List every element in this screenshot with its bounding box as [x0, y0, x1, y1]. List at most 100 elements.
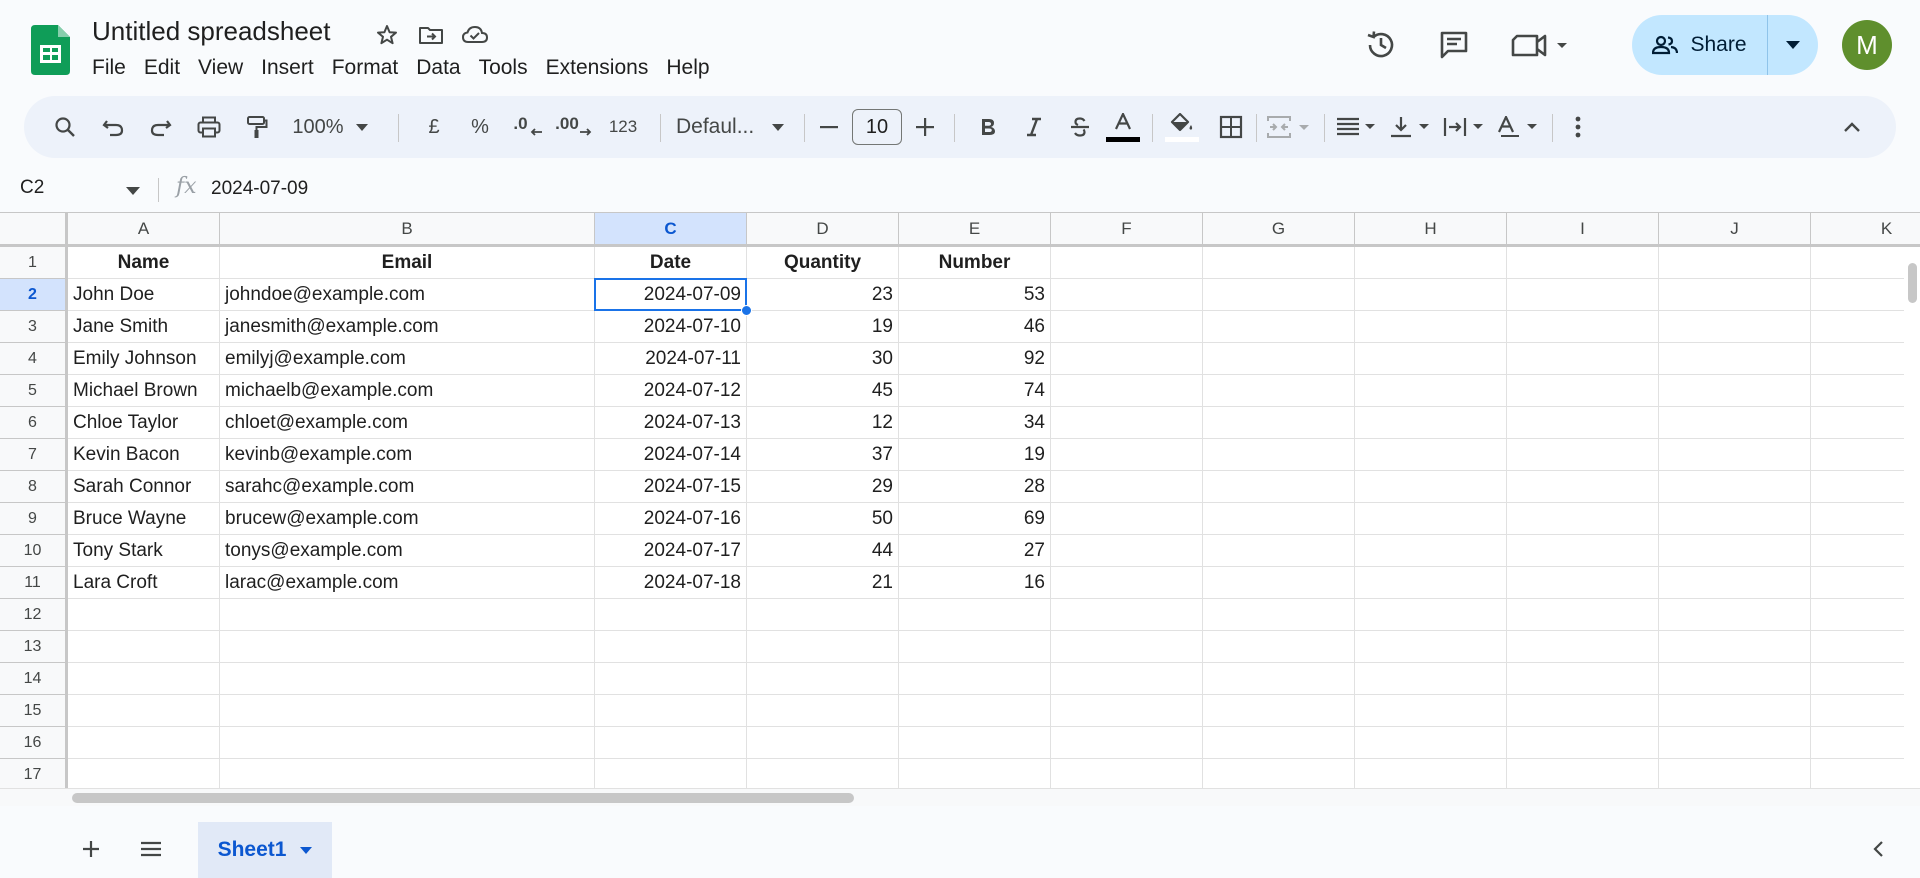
cell-j8[interactable]	[1659, 471, 1811, 503]
print-icon[interactable]	[188, 106, 230, 148]
cell-i1[interactable]	[1507, 247, 1659, 279]
cell-a15[interactable]	[68, 695, 220, 727]
cell-h12[interactable]	[1355, 599, 1507, 631]
cell-i4[interactable]	[1507, 343, 1659, 375]
cell-d8[interactable]: 29	[747, 471, 899, 503]
font-family-select[interactable]: Defaul...	[670, 106, 778, 148]
cell-j17[interactable]	[1659, 759, 1811, 791]
cell-h11[interactable]	[1355, 567, 1507, 599]
cell-f11[interactable]	[1051, 567, 1203, 599]
zoom-select[interactable]: 100%	[286, 106, 350, 148]
cell-e8[interactable]: 28	[899, 471, 1051, 503]
horizontal-align-icon[interactable]	[1332, 106, 1384, 148]
cell-h15[interactable]	[1355, 695, 1507, 727]
cell-a5[interactable]: Michael Brown	[68, 375, 220, 407]
cell-c16[interactable]	[595, 727, 747, 759]
all-sheets-menu-icon[interactable]	[129, 820, 173, 878]
cell-g8[interactable]	[1203, 471, 1355, 503]
column-header-g[interactable]: G	[1203, 213, 1355, 244]
text-wrapping-icon[interactable]	[1440, 106, 1492, 148]
cell-f17[interactable]	[1051, 759, 1203, 791]
horizontal-scrollbar[interactable]	[0, 788, 1920, 806]
cell-g4[interactable]	[1203, 343, 1355, 375]
meet-video-icon[interactable]	[1510, 24, 1572, 66]
font-caret-icon[interactable]	[768, 106, 788, 148]
cell-h2[interactable]	[1355, 279, 1507, 311]
share-main[interactable]: Share	[1632, 15, 1768, 75]
cell-f7[interactable]	[1051, 439, 1203, 471]
name-box-caret-icon[interactable]	[126, 182, 140, 200]
menu-file[interactable]: File	[92, 56, 135, 80]
cell-f5[interactable]	[1051, 375, 1203, 407]
row-header-14[interactable]: 14	[0, 663, 68, 695]
row-header-9[interactable]: 9	[0, 503, 68, 535]
row-header-10[interactable]: 10	[0, 535, 68, 567]
borders-icon[interactable]	[1210, 106, 1252, 148]
cell-j7[interactable]	[1659, 439, 1811, 471]
cell-c11[interactable]: 2024-07-18	[595, 567, 747, 599]
cell-b5[interactable]: michaelb@example.com	[220, 375, 595, 407]
cell-j5[interactable]	[1659, 375, 1811, 407]
strikethrough-icon[interactable]	[1060, 106, 1100, 148]
cell-i13[interactable]	[1507, 631, 1659, 663]
cell-f3[interactable]	[1051, 311, 1203, 343]
cell-h4[interactable]	[1355, 343, 1507, 375]
cell-f14[interactable]	[1051, 663, 1203, 695]
cell-g3[interactable]	[1203, 311, 1355, 343]
cell-e12[interactable]	[899, 599, 1051, 631]
cell-e6[interactable]: 34	[899, 407, 1051, 439]
cloud-saved-icon[interactable]	[458, 18, 492, 52]
horizontal-scroll-thumb[interactable]	[72, 793, 854, 803]
cell-d14[interactable]	[747, 663, 899, 695]
row-header-1[interactable]: 1	[0, 247, 68, 279]
cell-b1[interactable]: Email	[220, 247, 595, 279]
cell-j11[interactable]	[1659, 567, 1811, 599]
cell-i11[interactable]	[1507, 567, 1659, 599]
cell-h10[interactable]	[1355, 535, 1507, 567]
hide-menus-chevron-up-icon[interactable]	[1832, 106, 1872, 148]
bold-icon[interactable]	[968, 106, 1008, 148]
move-folder-icon[interactable]	[414, 18, 448, 52]
cell-j6[interactable]	[1659, 407, 1811, 439]
cell-f1[interactable]	[1051, 247, 1203, 279]
cell-e2[interactable]: 53	[899, 279, 1051, 311]
column-header-k[interactable]: K	[1811, 213, 1920, 244]
cell-e17[interactable]	[899, 759, 1051, 791]
column-header-h[interactable]: H	[1355, 213, 1507, 244]
cell-j1[interactable]	[1659, 247, 1811, 279]
cell-b7[interactable]: kevinb@example.com	[220, 439, 595, 471]
cell-i5[interactable]	[1507, 375, 1659, 407]
cell-c15[interactable]	[595, 695, 747, 727]
fill-color-icon[interactable]	[1160, 106, 1204, 148]
cell-f9[interactable]	[1051, 503, 1203, 535]
redo-icon[interactable]	[140, 106, 182, 148]
cell-g10[interactable]	[1203, 535, 1355, 567]
cell-i2[interactable]	[1507, 279, 1659, 311]
cell-h14[interactable]	[1355, 663, 1507, 695]
row-header-5[interactable]: 5	[0, 375, 68, 407]
cell-d10[interactable]: 44	[747, 535, 899, 567]
side-panel-toggle-chevron-left-icon[interactable]	[1856, 820, 1900, 878]
cell-i8[interactable]	[1507, 471, 1659, 503]
menu-insert[interactable]: Insert	[252, 56, 323, 80]
version-history-icon[interactable]	[1360, 24, 1402, 66]
column-header-a[interactable]: A	[68, 213, 220, 244]
row-header-16[interactable]: 16	[0, 727, 68, 759]
column-header-d[interactable]: D	[747, 213, 899, 244]
document-title[interactable]: Untitled spreadsheet	[92, 16, 330, 47]
text-color-icon[interactable]	[1102, 106, 1144, 148]
cell-f4[interactable]	[1051, 343, 1203, 375]
cell-a9[interactable]: Bruce Wayne	[68, 503, 220, 535]
decrease-decimal-button[interactable]: .0	[508, 106, 548, 148]
row-header-6[interactable]: 6	[0, 407, 68, 439]
cell-c12[interactable]	[595, 599, 747, 631]
cell-h8[interactable]	[1355, 471, 1507, 503]
cell-e11[interactable]: 16	[899, 567, 1051, 599]
cell-h9[interactable]	[1355, 503, 1507, 535]
menu-view[interactable]: View	[189, 56, 252, 80]
cell-d9[interactable]: 50	[747, 503, 899, 535]
comments-icon[interactable]	[1433, 24, 1475, 66]
sheets-logo-icon[interactable]	[31, 25, 70, 75]
vertical-scrollbar[interactable]	[1904, 247, 1920, 787]
cell-a10[interactable]: Tony Stark	[68, 535, 220, 567]
